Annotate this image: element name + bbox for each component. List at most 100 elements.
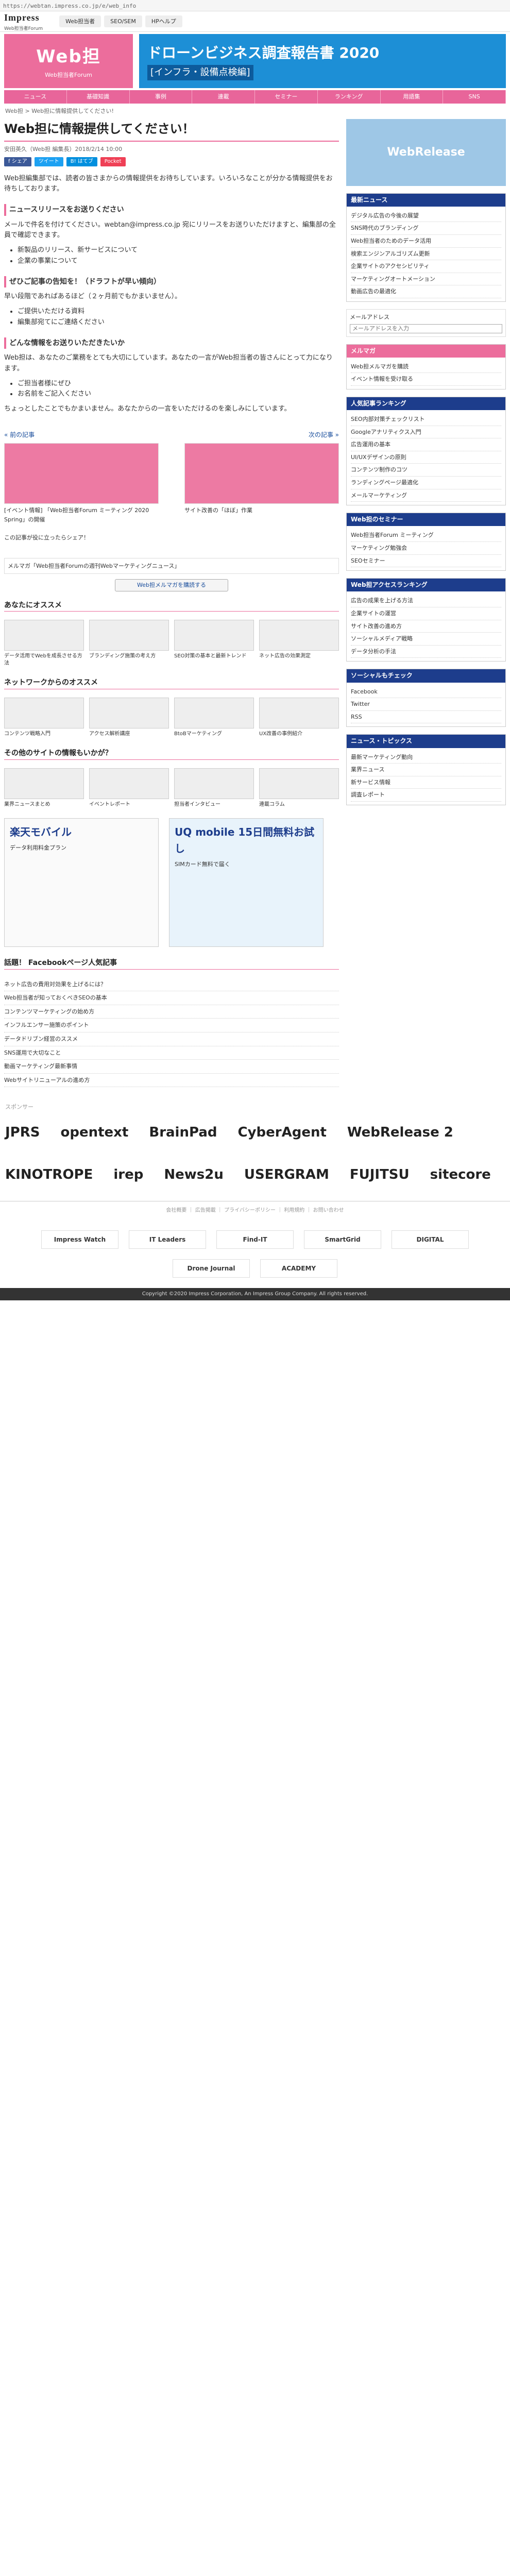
sidebar-link[interactable]: 新サービス情報 [351, 776, 501, 789]
hatena-bookmark-button[interactable]: B! はてブ [66, 157, 97, 166]
sidebar-link[interactable]: 広告運用の基本 [351, 438, 501, 451]
nav-item[interactable]: 用語集 [381, 90, 444, 104]
sidebar-link[interactable]: SEO内部対策チェックリスト [351, 413, 501, 426]
pocket-button[interactable]: Pocket [100, 157, 126, 166]
facebook-share-button[interactable]: f シェア [4, 157, 31, 166]
email-field[interactable] [350, 324, 502, 333]
next-card[interactable]: サイト改善の「ほぼ」作業 [184, 443, 339, 524]
card-title[interactable]: 担当者インタビュー [174, 801, 254, 808]
card-title[interactable]: コンテンツ戦略入門 [4, 731, 84, 738]
sponsor-logo[interactable]: opentext [60, 1122, 128, 1144]
sidebar-link[interactable]: 業界ニュース [351, 764, 501, 776]
webrelease-ad[interactable]: WebRelease [346, 118, 506, 186]
sponsor-logo[interactable]: CyberAgent [238, 1122, 327, 1144]
footer-logo[interactable]: ACADEMY [260, 1259, 337, 1278]
nav-item[interactable]: 連載 [192, 90, 255, 104]
card-title[interactable]: アクセス解析講座 [89, 731, 169, 738]
footer-logo[interactable]: IT Leaders [129, 1230, 206, 1249]
next-link[interactable]: 次の記事 » [309, 430, 339, 440]
sidebar-link[interactable]: SNS時代のブランディング [351, 222, 501, 235]
card[interactable]: SEO対策の基本と最新トレンド [174, 620, 254, 667]
card-title[interactable]: ブランディング施策の考え方 [89, 653, 169, 660]
sidebar-link[interactable]: RSS [351, 711, 501, 724]
breadcrumb[interactable]: Web担 > Web担に情報提供してください! [5, 107, 505, 116]
footer-logo[interactable]: Drone Journal [173, 1259, 250, 1278]
prev-card[interactable]: [イベント情報] 「Web担当者Forum ミーティング 2020 Spring… [4, 443, 159, 524]
nav-item[interactable]: セミナー [255, 90, 318, 104]
sidebar-link[interactable]: Twitter [351, 698, 501, 711]
card[interactable]: アクセス解析講座 [89, 697, 169, 738]
impress-tab[interactable]: HPヘルプ [145, 15, 182, 28]
card[interactable]: 連載コラム [259, 768, 339, 808]
sponsor-logo[interactable]: sitecore [430, 1164, 491, 1186]
sidebar-link[interactable]: Facebook [351, 686, 501, 699]
sidebar-link[interactable]: データ分析の手法 [351, 646, 501, 658]
card[interactable]: BtoBマーケティング [174, 697, 254, 738]
footer-logo[interactable]: Find-IT [216, 1230, 294, 1249]
card-title[interactable]: ネット広告の効果測定 [259, 653, 339, 660]
footer-logo[interactable]: DIGITAL [392, 1230, 469, 1249]
card-title[interactable]: イベントレポート [89, 801, 169, 808]
card[interactable]: 業界ニュースまとめ [4, 768, 84, 808]
list-item[interactable]: 動画マーケティング最新事情 [4, 1060, 339, 1074]
sponsor-logo[interactable]: USERGRAM [244, 1164, 329, 1186]
card[interactable]: イベントレポート [89, 768, 169, 808]
sponsor-logo[interactable]: irep [113, 1164, 143, 1186]
sidebar-link[interactable]: Googleアナリティクス入門 [351, 426, 501, 439]
sidebar-link[interactable]: 広告の成果を上げる方法 [351, 595, 501, 607]
sidebar-link[interactable]: UI/UXデザインの原則 [351, 451, 501, 464]
sidebar-link[interactable]: 動画広告の最適化 [351, 285, 501, 298]
impress-tab[interactable]: Web担当者 [59, 15, 101, 28]
card-title[interactable]: データ活用でWebを成長させる方法 [4, 653, 84, 667]
card[interactable]: データ活用でWebを成長させる方法 [4, 620, 84, 667]
card-title[interactable]: BtoBマーケティング [174, 731, 254, 738]
sidebar-link[interactable]: Web担当者Forum ミーティング [351, 529, 501, 543]
twitter-share-button[interactable]: ツイート [34, 157, 63, 166]
list-item[interactable]: SNS運用で大切なこと [4, 1046, 339, 1060]
prev-title[interactable]: [イベント情報] 「Web担当者Forum ミーティング 2020 Spring… [4, 506, 159, 524]
sidebar-link[interactable]: マーケティングオートメーション [351, 273, 501, 286]
newsletter-button[interactable]: Web担メルマガを購読する [115, 579, 228, 592]
sidebar-link[interactable]: ソーシャルメディア戦略 [351, 633, 501, 646]
sidebar-link[interactable]: Web担メルマガを購読 [351, 361, 501, 374]
card-title[interactable]: 連載コラム [259, 801, 339, 808]
nav-item[interactable]: 基礎知識 [67, 90, 130, 104]
site-logo[interactable]: Web担 Web担当者Forum [4, 34, 133, 88]
sponsor-logo[interactable]: KINOTROPE [5, 1164, 93, 1186]
sidebar-link[interactable]: サイト改善の進め方 [351, 620, 501, 633]
card[interactable]: 担当者インタビュー [174, 768, 254, 808]
sidebar-link[interactable]: マーケティング勉強会 [351, 542, 501, 555]
sidebar-link[interactable]: ランディングページ最適化 [351, 477, 501, 489]
sidebar-link[interactable]: Web担当者のためのデータ活用 [351, 235, 501, 248]
card[interactable]: ネット広告の効果測定 [259, 620, 339, 667]
nav-item[interactable]: ニュース [4, 90, 67, 104]
sidebar-link[interactable]: 企業サイトのアクセシビリティ [351, 260, 501, 273]
footer-logo[interactable]: Impress Watch [41, 1230, 118, 1249]
card-title[interactable]: SEO対策の基本と最新トレンド [174, 653, 254, 660]
card[interactable]: ブランディング施策の考え方 [89, 620, 169, 667]
impress-logo[interactable]: Impress [4, 10, 43, 25]
sponsor-logo[interactable]: WebRelease 2 [347, 1122, 453, 1144]
list-item[interactable]: ネット広告の費用対効果を上げるには？ [4, 978, 339, 992]
prev-link[interactable]: « 前の記事 [4, 430, 35, 440]
sponsor-logo[interactable]: BrainPad [149, 1122, 217, 1144]
sidebar-link[interactable]: 検索エンジンアルゴリズム更新 [351, 248, 501, 261]
sidebar-link[interactable]: 企業サイトの運営 [351, 607, 501, 620]
footer-logo[interactable]: SmartGrid [304, 1230, 381, 1249]
list-item[interactable]: データドリブン経営のススメ [4, 1032, 339, 1046]
ad-box[interactable]: 楽天モバイル データ利用料金プラン [4, 818, 159, 947]
nav-item[interactable]: SNS [443, 90, 506, 104]
sidebar-link[interactable]: デジタル広告の今後の展望 [351, 210, 501, 223]
sidebar-link[interactable]: メールマーケティング [351, 489, 501, 502]
sidebar-link[interactable]: 最新マーケティング動向 [351, 751, 501, 764]
sidebar-link[interactable]: コンテンツ制作のコツ [351, 464, 501, 477]
card-title[interactable]: 業界ニュースまとめ [4, 801, 84, 808]
card[interactable]: UX改善の事例紹介 [259, 697, 339, 738]
nav-item[interactable]: ランキング [318, 90, 381, 104]
next-title[interactable]: サイト改善の「ほぼ」作業 [184, 506, 339, 515]
sidebar-link[interactable]: イベント情報を受け取る [351, 373, 501, 386]
newsletter-promo[interactable]: メルマガ「Web担当者Forumの週刊Webマーケティングニュース」 [4, 557, 339, 574]
sponsor-logo[interactable]: JPRS [5, 1122, 40, 1144]
sidebar-link[interactable]: 調査レポート [351, 789, 501, 802]
list-item[interactable]: Webサイトリニューアルの進め方 [4, 1074, 339, 1088]
